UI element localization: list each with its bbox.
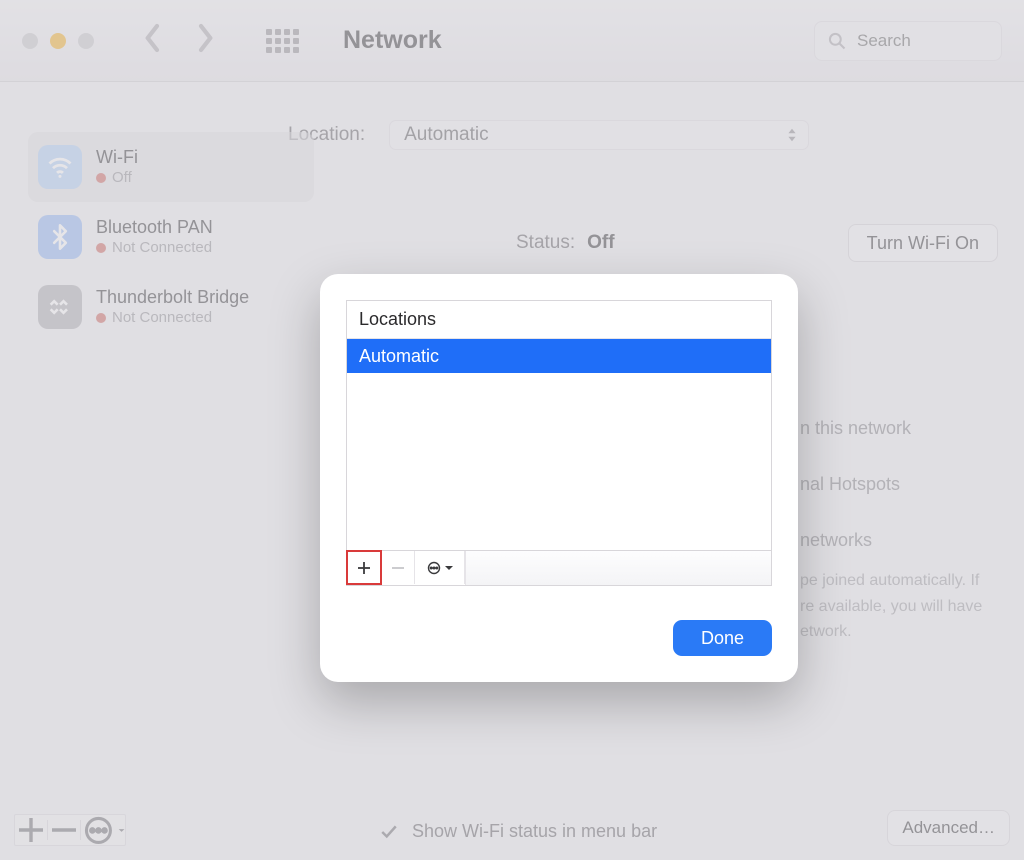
edit-locations-dialog: Locations Automatic Done	[320, 274, 798, 682]
locations-listbox: Locations Automatic	[346, 300, 772, 586]
locations-list-header: Locations	[347, 301, 771, 339]
location-actions-menu-button[interactable]	[415, 551, 465, 584]
chevron-down-icon	[444, 563, 454, 573]
dialog-footer: Done	[346, 586, 772, 656]
locations-list-body: Automatic	[347, 339, 771, 550]
done-button[interactable]: Done	[673, 620, 772, 656]
minus-icon	[390, 560, 406, 576]
locations-toolbar	[347, 550, 771, 585]
plus-icon	[356, 560, 372, 576]
location-item[interactable]: Automatic	[347, 339, 771, 373]
more-icon	[426, 560, 442, 576]
toolbar-spacer	[465, 551, 771, 585]
remove-location-button[interactable]	[381, 551, 415, 584]
add-location-button[interactable]	[347, 551, 381, 584]
